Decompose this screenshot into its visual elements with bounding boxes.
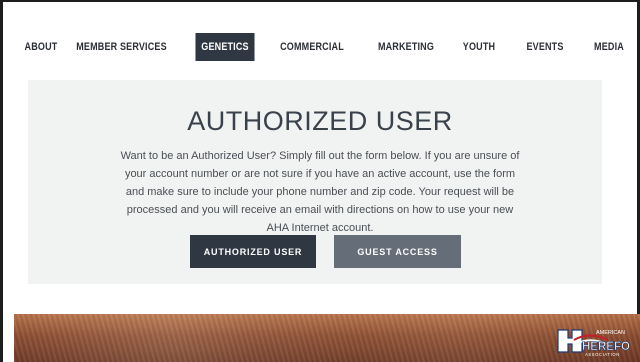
nav-item-genetics[interactable]: GENETICS (195, 33, 255, 61)
nav-item-member-services[interactable]: MEMBER SERVICES (76, 33, 167, 61)
nav-item-commercial[interactable]: COMMERCIAL (275, 33, 349, 61)
page-frame: ABOUT MEMBER SERVICES GENETICS COMMERCIA… (0, 0, 640, 362)
guest-access-button[interactable]: GUEST ACCESS (334, 235, 461, 268)
nav-item-media[interactable]: MEDIA (589, 33, 628, 61)
nav-item-events[interactable]: EVENTS (519, 33, 571, 61)
authorized-user-button[interactable]: AUTHORIZED USER (190, 235, 316, 268)
svg-text:ASSOCIATION: ASSOCIATION (585, 352, 620, 357)
page-title: AUTHORIZED USER (187, 106, 453, 137)
nav-item-youth[interactable]: YOUTH (458, 33, 501, 61)
hero-image-strip (14, 314, 640, 362)
nav-item-about[interactable]: ABOUT (21, 33, 62, 61)
nav-item-marketing[interactable]: MARKETING (372, 33, 439, 61)
frame-border-left (0, 0, 3, 362)
svg-text:AMERICAN: AMERICAN (596, 330, 625, 336)
frame-border-top (0, 0, 640, 2)
top-navigation: ABOUT MEMBER SERVICES GENETICS COMMERCIA… (16, 33, 640, 61)
hero-texture (14, 314, 640, 362)
page-description: Want to be an Authorized User? Simply fi… (120, 150, 520, 234)
hereford-logo: AMERICAN HEREFORD ASSOCIATION (552, 324, 630, 358)
